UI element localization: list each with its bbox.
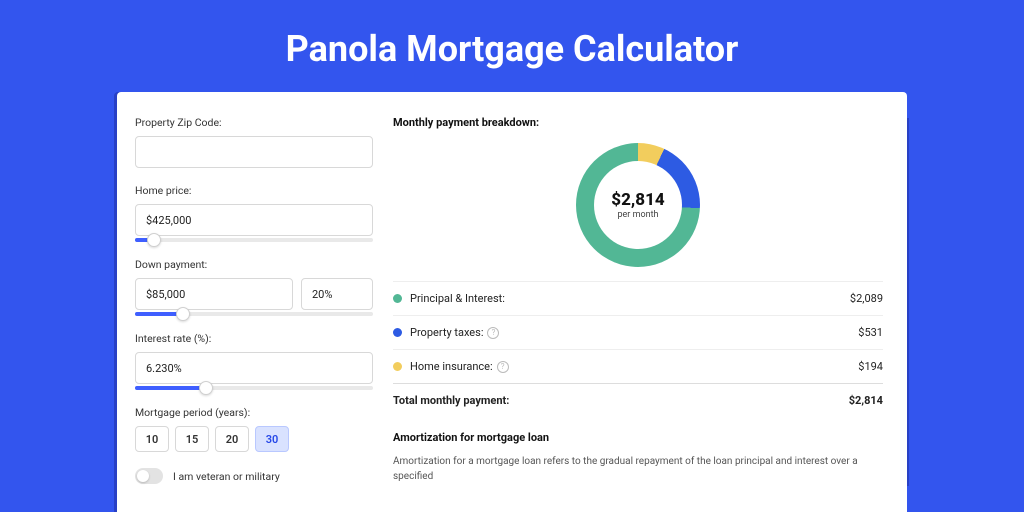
item-principal-value: $2,089 <box>850 292 883 305</box>
down-amount-input[interactable] <box>135 278 293 310</box>
item-total-label: Total monthly payment: <box>393 394 509 407</box>
zip-group: Property Zip Code: <box>135 116 373 168</box>
item-principal-label: Principal & Interest: <box>410 292 505 305</box>
page-title: Panola Mortgage Calculator <box>0 0 1024 92</box>
price-input[interactable] <box>135 204 373 236</box>
veteran-toggle[interactable] <box>135 468 163 484</box>
veteran-label: I am veteran or military <box>173 470 280 483</box>
item-tax-label: Property taxes: <box>410 326 483 339</box>
rate-input[interactable] <box>135 352 373 384</box>
period-20-button[interactable]: 20 <box>215 426 249 452</box>
breakdown-panel: Monthly payment breakdown: $2,814 per mo… <box>393 116 889 512</box>
price-label: Home price: <box>135 184 373 197</box>
item-tax-row: Property taxes: ? $531 <box>393 315 883 349</box>
period-label: Mortgage period (years): <box>135 406 373 419</box>
period-options: 10 15 20 30 <box>135 426 373 452</box>
help-icon[interactable]: ? <box>497 361 509 373</box>
donut-amount: $2,814 <box>611 190 664 210</box>
period-15-button[interactable]: 15 <box>175 426 209 452</box>
zip-input[interactable] <box>135 136 373 168</box>
price-slider[interactable] <box>135 238 373 242</box>
item-insurance-value: $194 <box>858 360 883 373</box>
dot-icon <box>393 362 402 371</box>
item-insurance-row: Home insurance: ? $194 <box>393 349 883 383</box>
donut-chart-wrap: $2,814 per month <box>393 143 883 267</box>
rate-label: Interest rate (%): <box>135 332 373 345</box>
down-label: Down payment: <box>135 258 373 271</box>
zip-label: Property Zip Code: <box>135 116 373 129</box>
down-slider[interactable] <box>135 312 373 316</box>
amort-heading: Amortization for mortgage loan <box>393 431 883 444</box>
calculator-card: Property Zip Code: Home price: Down paym… <box>117 92 907 512</box>
item-insurance-label: Home insurance: <box>410 360 493 373</box>
down-group: Down payment: <box>135 258 373 316</box>
input-panel: Property Zip Code: Home price: Down paym… <box>135 116 373 512</box>
dot-icon <box>393 294 402 303</box>
amort-body: Amortization for a mortgage loan refers … <box>393 454 883 484</box>
payment-donut-chart: $2,814 per month <box>576 143 700 267</box>
down-pct-input[interactable] <box>301 278 373 310</box>
period-30-button[interactable]: 30 <box>255 426 289 452</box>
donut-center: $2,814 per month <box>594 161 682 249</box>
veteran-row: I am veteran or military <box>135 468 373 484</box>
item-tax-value: $531 <box>858 326 883 339</box>
amortization-section: Amortization for mortgage loan Amortizat… <box>393 431 883 484</box>
rate-group: Interest rate (%): <box>135 332 373 390</box>
period-10-button[interactable]: 10 <box>135 426 169 452</box>
item-total-value: $2,814 <box>849 394 883 407</box>
breakdown-heading: Monthly payment breakdown: <box>393 116 883 129</box>
rate-slider[interactable] <box>135 386 373 390</box>
item-total-row: Total monthly payment: $2,814 <box>393 383 883 417</box>
item-principal-row: Principal & Interest: $2,089 <box>393 281 883 315</box>
period-group: Mortgage period (years): 10 15 20 30 <box>135 406 373 452</box>
dot-icon <box>393 328 402 337</box>
donut-sub: per month <box>617 210 658 220</box>
help-icon[interactable]: ? <box>487 327 499 339</box>
price-group: Home price: <box>135 184 373 242</box>
